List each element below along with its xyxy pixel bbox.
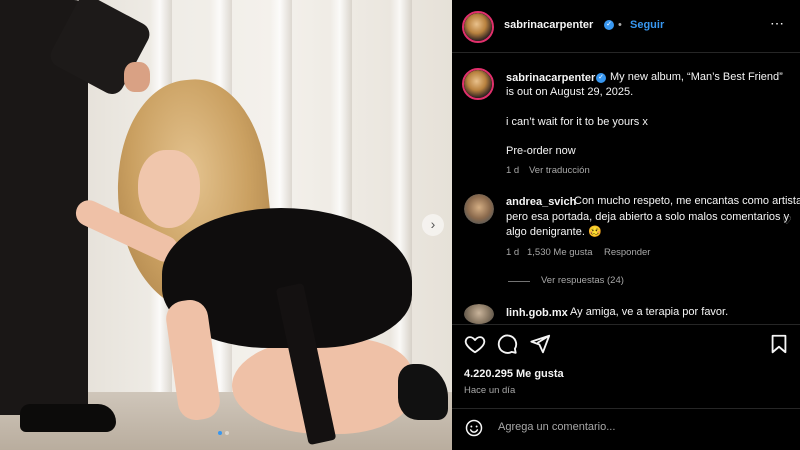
curtain-fold [390,0,412,400]
actions-divider [452,324,800,325]
composer-divider [452,408,800,409]
comment-likes[interactable]: 1,530 Me gusta [527,247,593,258]
post-details-panel: sabrinacarpenter ✓ • Seguir ⋯ sabrinacar… [452,0,800,450]
header-divider [452,52,800,53]
chevron-right-icon[interactable]: › [422,214,444,236]
comment-input[interactable]: Agrega un comentario... [498,421,615,433]
commenter-avatar[interactable] [464,194,494,224]
emoji-icon[interactable] [465,419,483,437]
carousel-dot-active [218,431,222,435]
heart-icon[interactable] [464,333,486,355]
caption-time: 1 d [506,165,520,176]
comment-text-line2: pero esa portada, deja abierto a solo ma… [506,211,790,223]
comment-icon[interactable] [496,333,518,355]
figure-hand [124,62,150,92]
caption-avatar[interactable] [462,68,494,100]
author-avatar[interactable] [462,11,494,43]
post-image[interactable]: › [0,0,452,450]
figure-heel [398,364,448,420]
figure-shoe [20,404,116,432]
caption-text-line2: is out on August 29, 2025. [506,86,634,98]
reply-button[interactable]: Responder [604,247,650,258]
post-date: Hace un día [464,385,516,396]
caption-text-line4: Pre-order now [506,145,576,157]
view-replies-button[interactable]: Ver respuestas (24) [541,275,624,286]
caption-text-line3: i can’t wait for it to be yours x [506,116,648,128]
header-username[interactable]: sabrinacarpenter [504,19,593,31]
carousel-dot [225,431,229,435]
follow-button[interactable]: Seguir [618,19,664,31]
comment-heart-icon[interactable]: ♡ [782,214,792,227]
send-icon[interactable] [529,333,551,355]
caption-text-line1: My new album, “Man’s Best Friend” [610,71,783,83]
carousel-indicator [218,431,229,435]
verified-icon: ✓ [604,20,614,30]
comment-text-line1: Con mucho respeto, me encantas como arti… [574,195,800,207]
comment-username[interactable]: linh.gob.mx [506,307,568,319]
translate-link[interactable]: Ver traducción [529,165,590,176]
likes-count[interactable]: 4.220.295 Me gusta [464,368,564,380]
bookmark-icon[interactable] [768,333,790,355]
caption-username[interactable]: sabrinacarpenter [506,72,595,84]
verified-icon: ✓ [596,73,606,83]
commenter-avatar[interactable] [464,304,494,324]
comment-username[interactable]: andrea_svich [506,196,576,208]
figure-face [138,150,200,228]
replies-dash [508,281,530,282]
comment-time: 1 d [506,247,520,258]
comment-text-line1: Ay amiga, ve a terapia por favor. [570,306,729,318]
more-horizontal-icon[interactable]: ⋯ [770,15,785,32]
comment-text-line3: algo denigrante. 🥴 [506,226,602,238]
